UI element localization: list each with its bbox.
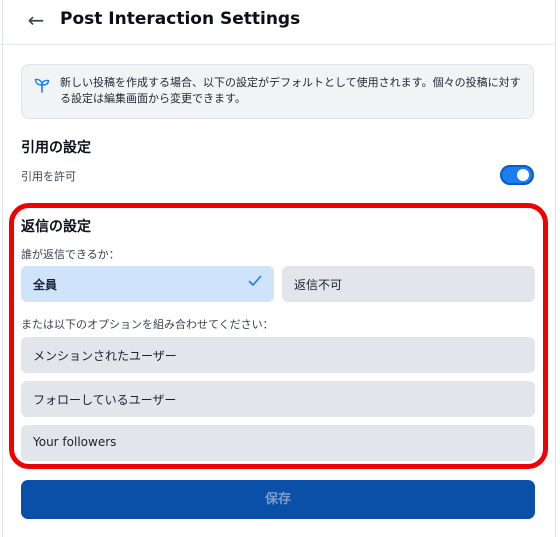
info-text: 新しい投稿を作成する場合、以下の設定がデフォルトとして使用されます。個々の投稿に… bbox=[60, 76, 521, 105]
highlight-outline bbox=[9, 203, 548, 469]
sprout-icon bbox=[34, 78, 50, 93]
header: ← Post Interaction Settings bbox=[0, 0, 556, 45]
allow-quote-label: 引用を許可 bbox=[21, 170, 76, 183]
save-button[interactable]: 保存 bbox=[21, 480, 535, 519]
info-notice: 新しい投稿を作成する場合、以下の設定がデフォルトとして使用されます。個々の投稿に… bbox=[21, 64, 534, 119]
toggle-knob bbox=[517, 169, 529, 181]
panel-left-border bbox=[2, 0, 3, 537]
save-button-label: 保存 bbox=[264, 492, 291, 507]
page-title: Post Interaction Settings bbox=[60, 9, 301, 29]
arrow-left-icon: ← bbox=[27, 8, 45, 32]
panel-right-border bbox=[555, 0, 556, 537]
allow-quote-toggle[interactable] bbox=[500, 165, 534, 185]
quote-section-title: 引用の設定 bbox=[21, 140, 91, 156]
back-button[interactable]: ← bbox=[22, 6, 50, 34]
